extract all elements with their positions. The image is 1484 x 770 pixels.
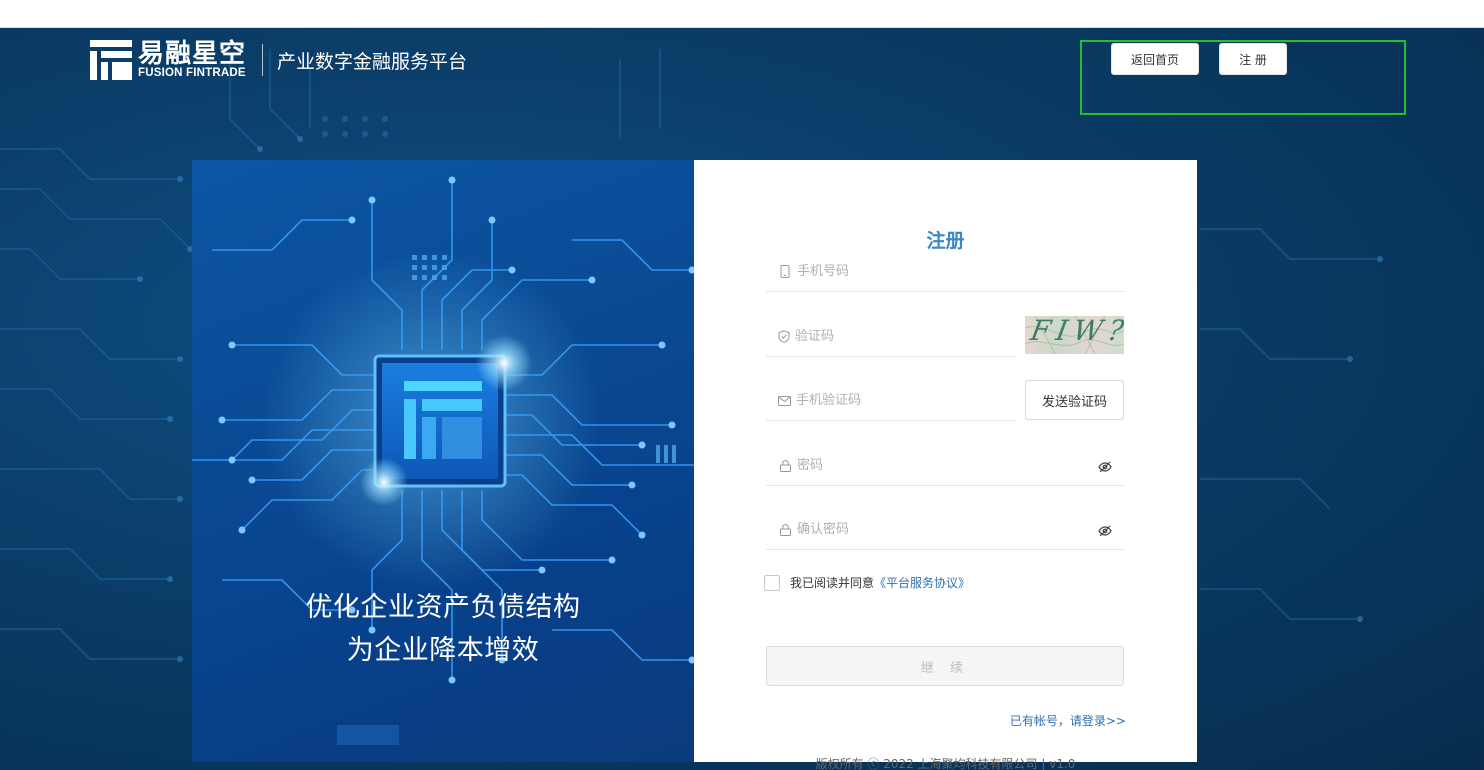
page-background: 易融星空 FUSION FINTRADE 产业数字金融服务平台 返回首页 注 册 bbox=[0, 29, 1484, 770]
hero-slogan-line1: 优化企业资产负债结构 bbox=[305, 592, 581, 623]
hero-slogan-line2: 为企业降本增效 bbox=[346, 635, 540, 666]
back-home-button[interactable]: 返回首页 bbox=[1111, 43, 1199, 75]
eye-off-icon[interactable] bbox=[1098, 459, 1112, 473]
password-input[interactable] bbox=[797, 458, 1057, 473]
captcha-input[interactable] bbox=[795, 329, 1016, 344]
lock-icon bbox=[778, 523, 792, 537]
send-code-button[interactable]: 发送验证码 bbox=[1025, 380, 1124, 420]
register-form-panel: 注册 FIW? bbox=[694, 160, 1197, 770]
sms-code-input[interactable] bbox=[796, 393, 1016, 408]
brand-logo-icon bbox=[90, 40, 132, 80]
login-link[interactable]: 已有帐号，请登录>> bbox=[694, 712, 1126, 729]
header-divider bbox=[262, 44, 264, 76]
circuit-chip-illustration bbox=[192, 176, 694, 745]
confirm-password-field[interactable] bbox=[766, 510, 1124, 550]
phone-field[interactable] bbox=[766, 252, 1124, 292]
eye-off-icon[interactable] bbox=[1098, 523, 1112, 537]
phone-input[interactable] bbox=[797, 264, 1057, 279]
agreement-row: 我已阅读并同意 《平台服务协议》 bbox=[764, 574, 970, 591]
confirm-password-input[interactable] bbox=[797, 522, 1057, 537]
mail-icon bbox=[778, 394, 791, 408]
sms-code-field[interactable] bbox=[766, 381, 1016, 421]
brand-name-en: FUSION FINTRADE bbox=[138, 66, 246, 79]
continue-button[interactable]: 继 续 bbox=[766, 646, 1124, 686]
captcha-image[interactable]: FIW? bbox=[1025, 316, 1124, 354]
brand-name-cn: 易融星空 bbox=[138, 38, 247, 69]
copyright-text: 版权所有 ⓒ 2022 上海聚均科技有限公司 | v1.0 bbox=[815, 757, 1076, 770]
password-field[interactable] bbox=[766, 446, 1124, 486]
hero-panel: 优化企业资产负债结构 为企业降本增效 bbox=[192, 160, 694, 762]
shield-icon bbox=[778, 330, 790, 344]
agreement-checkbox[interactable] bbox=[764, 574, 780, 591]
captcha-field[interactable] bbox=[766, 317, 1016, 357]
agreement-text: 我已阅读并同意 bbox=[790, 576, 875, 590]
register-nav-button[interactable]: 注 册 bbox=[1219, 43, 1287, 75]
agreement-link[interactable]: 《平台服务协议》 bbox=[874, 574, 970, 591]
captcha-text: FIW? bbox=[1028, 316, 1124, 347]
lock-icon bbox=[778, 459, 792, 473]
brand-logo[interactable]: 易融星空 FUSION FINTRADE 产业数字金融服务平台 bbox=[90, 39, 467, 81]
platform-slogan: 产业数字金融服务平台 bbox=[277, 50, 468, 73]
phone-icon bbox=[778, 265, 792, 279]
top-strip bbox=[0, 0, 1484, 28]
form-title: 注册 bbox=[926, 230, 965, 252]
